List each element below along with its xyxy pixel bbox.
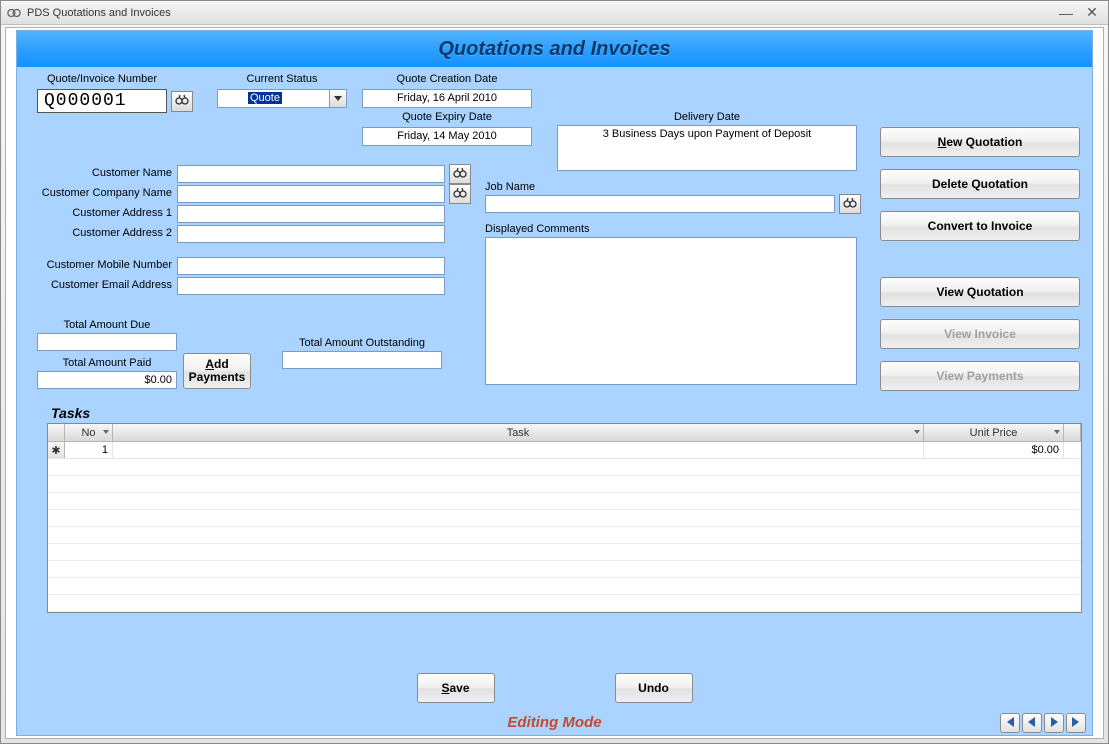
job-name-label: Job Name: [485, 181, 585, 193]
creation-date-field[interactable]: Friday, 16 April 2010: [362, 89, 532, 108]
company-name-input[interactable]: [177, 185, 445, 203]
quote-number-label: Quote/Invoice Number: [37, 73, 167, 85]
comments-label: Displayed Comments: [485, 223, 645, 235]
window-title: PDS Quotations and Invoices: [27, 7, 171, 19]
status-dropdown-button[interactable]: [330, 89, 347, 108]
client-area: Quotations and Invoices Quote/Invoice Nu…: [5, 27, 1104, 739]
convert-to-invoice-button[interactable]: Convert to Invoice: [880, 211, 1080, 241]
total-outstanding-label: Total Amount Outstanding: [282, 337, 442, 349]
binoculars-icon: [453, 167, 467, 182]
row-handle[interactable]: ✱: [48, 442, 65, 458]
app-window: PDS Quotations and Invoices — ✕ Quotatio…: [0, 0, 1109, 744]
task-header[interactable]: Task: [113, 424, 924, 442]
comments-input[interactable]: [485, 237, 857, 385]
total-paid-field[interactable]: [37, 371, 177, 389]
job-name-input[interactable]: [485, 195, 835, 213]
delete-quotation-button[interactable]: Delete Quotation: [880, 169, 1080, 199]
address2-input[interactable]: [177, 225, 445, 243]
new-quotation-button[interactable]: New Quotation: [880, 127, 1080, 157]
email-label: Customer Email Address: [27, 279, 172, 291]
binoculars-icon: [175, 94, 189, 109]
total-due-field[interactable]: [37, 333, 177, 351]
total-paid-label: Total Amount Paid: [37, 357, 177, 369]
form-content: Quote/Invoice Number Q000001 Current Sta…: [17, 67, 1092, 735]
cell-task[interactable]: [113, 442, 924, 458]
cell-no[interactable]: 1: [65, 442, 113, 458]
tasks-grid[interactable]: No Task Unit Price ✱ 1 $0.00: [47, 423, 1082, 613]
address2-label: Customer Address 2: [27, 227, 172, 239]
mobile-input[interactable]: [177, 257, 445, 275]
nav-next-button[interactable]: [1044, 713, 1064, 733]
address1-input[interactable]: [177, 205, 445, 223]
expiry-date-field[interactable]: Friday, 14 May 2010: [362, 127, 532, 146]
company-name-label: Customer Company Name: [27, 187, 172, 199]
view-invoice-button[interactable]: View Invoice: [880, 319, 1080, 349]
customer-name-search-button[interactable]: [449, 164, 471, 184]
titlebar: PDS Quotations and Invoices — ✕: [1, 1, 1108, 25]
status-value: Quote: [248, 92, 282, 104]
grid-select-all[interactable]: [48, 424, 65, 442]
form-panel: Quotations and Invoices Quote/Invoice Nu…: [16, 30, 1093, 736]
last-icon: [1071, 717, 1081, 730]
customer-name-input[interactable]: [177, 165, 445, 183]
close-button[interactable]: ✕: [1082, 4, 1102, 21]
customer-name-label: Customer Name: [27, 167, 172, 179]
grid-header: No Task Unit Price: [48, 424, 1081, 442]
no-header[interactable]: No: [65, 424, 113, 442]
nav-first-button[interactable]: [1000, 713, 1020, 733]
job-name-search-button[interactable]: [839, 194, 861, 214]
save-button[interactable]: Save: [417, 673, 495, 703]
total-outstanding-field[interactable]: [282, 351, 442, 369]
add-payments-button[interactable]: AddPayments: [183, 353, 251, 389]
minimize-button[interactable]: —: [1056, 5, 1076, 21]
nav-last-button[interactable]: [1066, 713, 1086, 733]
view-payments-button[interactable]: View Payments: [880, 361, 1080, 391]
next-icon: [1049, 717, 1059, 730]
prev-icon: [1027, 717, 1037, 730]
email-input[interactable]: [177, 277, 445, 295]
record-navigator: [1000, 713, 1086, 733]
cell-unit-price[interactable]: $0.00: [924, 442, 1064, 458]
page-header: Quotations and Invoices: [17, 31, 1092, 67]
binoculars-icon: [453, 187, 467, 202]
tasks-label: Tasks: [51, 405, 90, 421]
status-label: Current Status: [217, 73, 347, 85]
mobile-label: Customer Mobile Number: [27, 259, 172, 271]
total-due-label: Total Amount Due: [37, 319, 177, 331]
undo-button[interactable]: Undo: [615, 673, 693, 703]
address1-label: Customer Address 1: [27, 207, 172, 219]
company-name-search-button[interactable]: [449, 184, 471, 204]
quote-number-input[interactable]: Q000001: [37, 89, 167, 113]
status-dropdown[interactable]: Quote: [217, 89, 347, 108]
app-icon: [7, 6, 21, 20]
nav-prev-button[interactable]: [1022, 713, 1042, 733]
first-icon: [1005, 717, 1015, 730]
delivery-date-input[interactable]: 3 Business Days upon Payment of Deposit: [557, 125, 857, 171]
mode-label: Editing Mode: [17, 714, 1092, 731]
binoculars-icon: [843, 197, 857, 212]
page-title: Quotations and Invoices: [438, 38, 670, 61]
creation-date-label: Quote Creation Date: [362, 73, 532, 85]
view-quotation-button[interactable]: View Quotation: [880, 277, 1080, 307]
quote-number-search-button[interactable]: [171, 91, 193, 112]
table-row[interactable]: ✱ 1 $0.00: [48, 442, 1081, 459]
grid-scroll-header: [1064, 424, 1081, 442]
unit-price-header[interactable]: Unit Price: [924, 424, 1064, 442]
delivery-date-label: Delivery Date: [557, 111, 857, 123]
expiry-date-label: Quote Expiry Date: [362, 111, 532, 123]
